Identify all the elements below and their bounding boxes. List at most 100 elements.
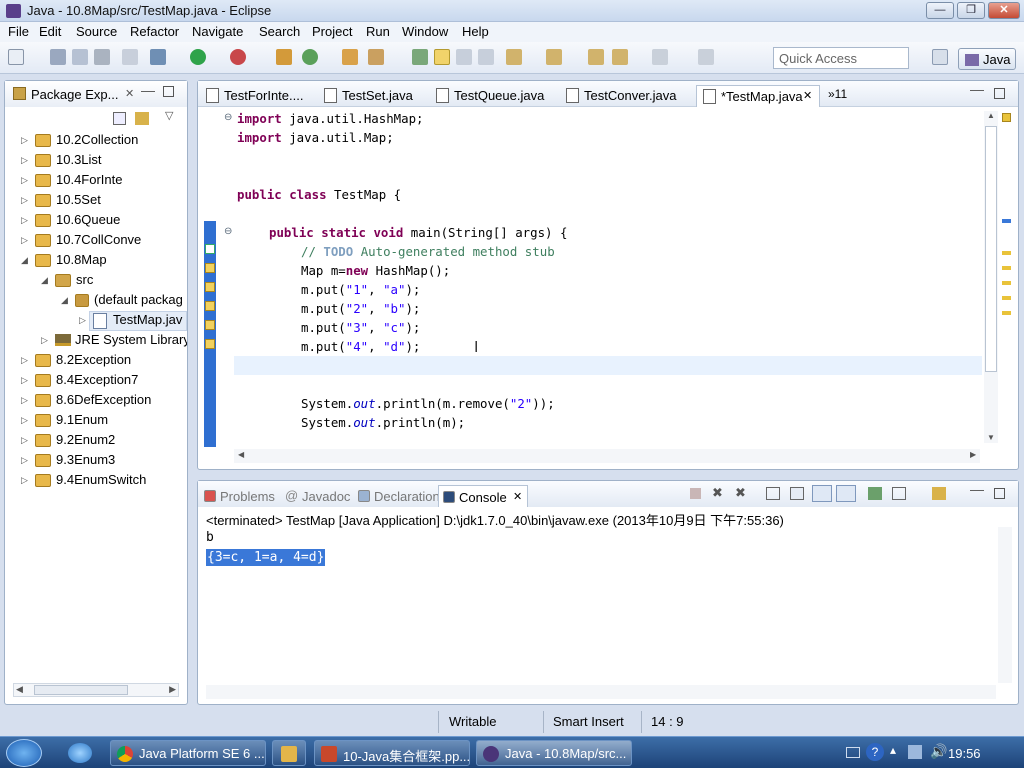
internet-explorer-icon[interactable] <box>68 743 92 763</box>
tab-testmap[interactable]: *TestMap.java ✕ <box>696 85 820 107</box>
expand-icon[interactable]: ▷ <box>21 415 28 426</box>
tab-testset[interactable]: TestSet.java <box>318 85 430 107</box>
collapse-icon[interactable]: ◢ <box>41 275 48 286</box>
scroll-thumb[interactable] <box>985 126 997 372</box>
tree-item-9-4enumswitch[interactable]: ▷ 9.4EnumSwitch <box>5 471 187 491</box>
minimize-view-icon[interactable]: — <box>970 481 984 497</box>
tab-javadoc[interactable]: @ Javadoc <box>282 485 354 507</box>
expand-icon[interactable]: ▷ <box>21 235 28 246</box>
tab-problems[interactable]: Problems <box>200 485 282 507</box>
collapse-icon[interactable]: ◢ <box>61 295 68 306</box>
horizontal-scrollbar[interactable] <box>206 685 996 699</box>
expand-icon[interactable]: ▷ <box>21 215 28 226</box>
expand-icon[interactable]: ▷ <box>21 435 28 446</box>
menu-source[interactable]: Source <box>76 24 117 39</box>
overview-marker[interactable] <box>1002 266 1011 270</box>
maximize-editor-icon[interactable] <box>994 88 1005 99</box>
fold-icon[interactable]: ⊖ <box>224 112 232 123</box>
block-selection-icon[interactable] <box>456 49 472 65</box>
show-on-error-icon[interactable] <box>836 485 856 502</box>
print-icon[interactable] <box>94 49 110 65</box>
scroll-up-icon[interactable]: ▲ <box>987 111 995 120</box>
close-icon[interactable]: ✕ <box>513 490 522 503</box>
show-whitespace-icon[interactable] <box>478 49 494 65</box>
back-icon[interactable] <box>612 49 628 65</box>
expand-icon[interactable]: ▷ <box>41 335 48 346</box>
maximize-button[interactable]: ❐ <box>957 2 985 19</box>
open-type-icon[interactable] <box>342 49 358 65</box>
save-icon[interactable] <box>50 49 66 65</box>
tab-overflow[interactable]: »11 <box>828 87 847 101</box>
debug-icon[interactable] <box>150 49 166 65</box>
expand-icon[interactable]: ▷ <box>21 175 28 186</box>
code-line-put4[interactable]: m.put("4", "d"); <box>301 337 420 356</box>
menu-file[interactable]: File <box>8 24 29 39</box>
code-line-put3[interactable]: m.put("3", "c"); <box>301 318 420 337</box>
tree-item-testmap-java[interactable]: ▷ TestMap.jav <box>5 311 187 331</box>
fold-icon[interactable]: ⊖ <box>224 226 232 237</box>
tab-testqueue[interactable]: TestQueue.java <box>430 85 560 107</box>
terminate-icon[interactable] <box>690 488 701 499</box>
link-with-editor-icon[interactable] <box>135 112 149 125</box>
tree-item-10-5set[interactable]: ▷ 10.5Set <box>5 191 187 211</box>
display-console-icon[interactable] <box>892 487 906 500</box>
external-tools-icon[interactable] <box>230 49 246 65</box>
horizontal-scrollbar[interactable] <box>234 449 980 463</box>
tab-console[interactable]: Console ✕ <box>438 485 528 507</box>
expand-icon[interactable]: ▷ <box>21 395 28 406</box>
tree-item-8-2exception[interactable]: ▷ 8.2Exception <box>5 351 187 371</box>
selected-output[interactable]: {3=c, 1=a, 4=d} <box>206 549 326 566</box>
code-line-comment[interactable]: // TODO Auto-generated method stub <box>301 242 555 261</box>
search-icon[interactable] <box>368 49 384 65</box>
new-class-icon[interactable] <box>302 49 318 65</box>
toggle-mark-icon[interactable] <box>412 49 428 65</box>
overview-marker[interactable] <box>1002 311 1011 315</box>
overview-marker[interactable] <box>1002 296 1011 300</box>
tree-item-default-package[interactable]: ◢ (default packag <box>5 291 187 311</box>
clear-console-icon[interactable] <box>766 487 780 500</box>
horizontal-scrollbar[interactable]: ◀ ▶ <box>13 683 179 697</box>
skip-breakpoints-icon[interactable] <box>122 49 138 65</box>
quick-access-input[interactable]: Quick Access <box>773 47 909 69</box>
code-line-put1[interactable]: m.put("1", "a"); <box>301 280 420 299</box>
pin-console-icon[interactable] <box>868 487 882 500</box>
overview-marker[interactable] <box>1002 281 1011 285</box>
start-button[interactable] <box>6 739 42 767</box>
scroll-lock-icon[interactable] <box>790 487 804 500</box>
help-icon[interactable]: ? <box>866 743 884 761</box>
tree-item-10-3list[interactable]: ▷ 10.3List <box>5 151 187 171</box>
code-line-put2[interactable]: m.put("2", "b"); <box>301 299 420 318</box>
volume-icon[interactable]: 🔊 <box>930 743 947 760</box>
menu-window[interactable]: Window <box>402 24 448 39</box>
taskbar-clock[interactable]: 19:56 <box>948 746 981 761</box>
expand-icon[interactable]: ▷ <box>21 195 28 206</box>
tab-testconver[interactable]: TestConver.java <box>560 85 696 107</box>
tray-expand-icon[interactable]: ▴ <box>890 743 896 757</box>
taskbar-item-explorer[interactable] <box>272 740 306 766</box>
tree-item-10-6queue[interactable]: ▷ 10.6Queue <box>5 211 187 231</box>
tree-item-8-4exception7[interactable]: ▷ 8.4Exception7 <box>5 371 187 391</box>
taskbar-item-chrome[interactable]: Java Platform SE 6 ... <box>110 740 266 766</box>
code-line-println-remove[interactable]: System.out.println(m.remove("2")); <box>301 394 555 413</box>
console-output-line[interactable]: b <box>206 530 214 545</box>
forward-icon[interactable] <box>652 49 668 65</box>
scroll-thumb[interactable] <box>34 685 128 695</box>
run-icon[interactable] <box>190 49 206 65</box>
taskbar-item-eclipse[interactable]: Java - 10.8Map/src... <box>476 740 632 766</box>
show-on-output-icon[interactable] <box>812 485 832 502</box>
expand-icon[interactable]: ▷ <box>21 135 28 146</box>
code-line-println-map[interactable]: System.out.println(m); <box>301 413 465 432</box>
package-explorer-tab[interactable]: Package Exp... ✕ — <box>5 81 187 107</box>
collapse-all-icon[interactable] <box>113 112 126 125</box>
minimize-button[interactable]: — <box>926 2 954 19</box>
overview-marker[interactable] <box>1002 219 1011 223</box>
expand-icon[interactable]: ▷ <box>79 315 86 326</box>
new-java-project-icon[interactable] <box>276 49 292 65</box>
tree-item-10-2collection[interactable]: ▷ 10.2Collection <box>5 131 187 151</box>
java-perspective-button[interactable]: Java <box>958 48 1016 70</box>
expand-icon[interactable]: ▷ <box>21 355 28 366</box>
last-edit-icon[interactable] <box>588 49 604 65</box>
tree-item-10-4forinte[interactable]: ▷ 10.4ForInte <box>5 171 187 191</box>
tree-item-10-7collconve[interactable]: ▷ 10.7CollConve <box>5 231 187 251</box>
tree-item-9-2enum2[interactable]: ▷ 9.2Enum2 <box>5 431 187 451</box>
